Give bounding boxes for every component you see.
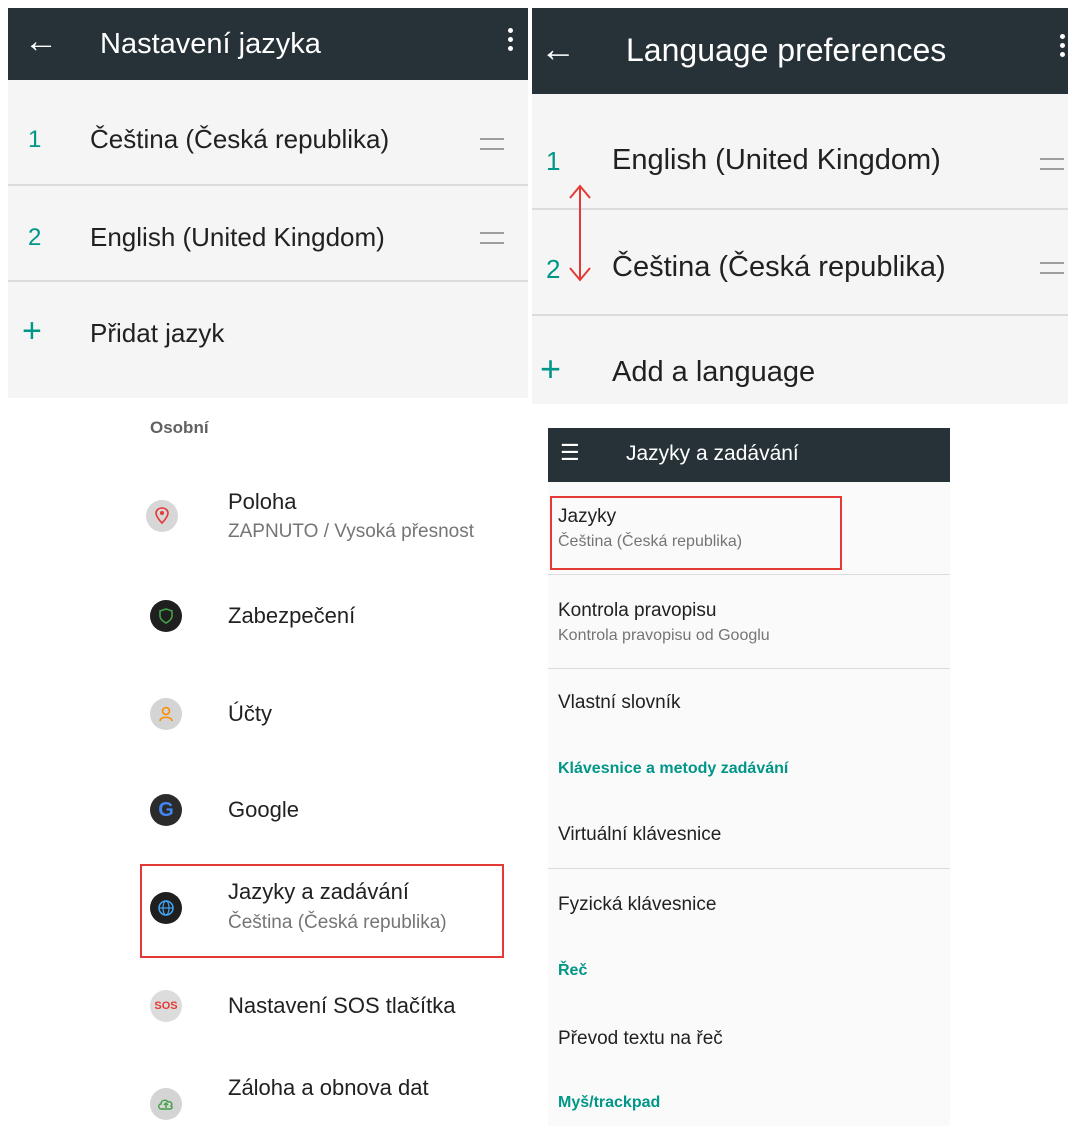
overflow-menu-icon[interactable] — [1060, 34, 1066, 61]
add-language-label: Add a language — [612, 356, 816, 388]
settings-item-label: Google — [228, 797, 299, 822]
item-label: Fyzická klávesnice — [558, 894, 717, 915]
highlight-box — [140, 864, 504, 958]
language-rank-number: 2 — [546, 254, 561, 284]
language-rank-number: 1 — [28, 126, 42, 153]
item-label: Vlastní slovník — [558, 692, 681, 713]
language-label: Čeština (Česká republika) — [90, 124, 390, 154]
settings-item-label: Poloha — [228, 489, 297, 514]
plus-icon: + — [540, 348, 562, 389]
drag-handle-icon[interactable] — [480, 138, 504, 150]
overflow-menu-icon[interactable] — [508, 28, 514, 55]
item-subtitle: Kontrola pravopisu od Googlu — [558, 627, 770, 644]
divider — [548, 574, 950, 575]
drag-handle-icon[interactable] — [1040, 158, 1064, 170]
item-label: Kontrola pravopisu — [558, 600, 717, 621]
cz-language-panel: ← Nastavení jazyka 1 Čeština (Česká repu… — [8, 8, 528, 398]
item-label: Převod textu na řeč — [558, 1028, 723, 1049]
back-arrow-icon[interactable]: ← — [24, 22, 58, 61]
language-rank-number: 1 — [546, 146, 561, 176]
divider — [532, 314, 1068, 316]
divider — [548, 868, 950, 869]
language-rank-number: 2 — [28, 224, 42, 251]
plus-icon: + — [22, 312, 42, 350]
location-icon — [146, 500, 178, 532]
item-label: Virtuální klávesnice — [558, 824, 722, 845]
section-header-keyboards: Klávesnice a metody zadávání — [558, 760, 789, 777]
lang-input-app-bar: ☰ Jazyky a zadávání — [548, 428, 950, 482]
drag-handle-icon[interactable] — [1040, 262, 1064, 274]
language-label: English (United Kingdom) — [90, 222, 385, 252]
highlight-box — [550, 496, 842, 570]
divider — [548, 668, 950, 669]
en-page-title: Language preferences — [626, 32, 947, 68]
divider — [532, 208, 1068, 210]
section-header-speech: Řeč — [558, 962, 588, 979]
en-app-bar: ← Language preferences — [532, 8, 1068, 94]
lang-input-panel: ☰ Jazyky a zadávání Jazyky Čeština (Česk… — [548, 428, 950, 1126]
language-label: Čeština (Česká republika) — [612, 251, 946, 283]
settings-item-label: Záloha a obnova dat — [228, 1075, 429, 1100]
settings-item-label: Zabezpečení — [228, 603, 356, 628]
accounts-icon — [150, 698, 182, 730]
cz-app-bar: ← Nastavení jazyka — [8, 8, 528, 80]
divider — [8, 184, 528, 186]
settings-item-label: Účty — [228, 701, 272, 726]
lang-input-title: Jazyky a zadávání — [626, 442, 799, 465]
settings-item-subtitle: ZAPNUTO / Vysoká přesnost — [228, 521, 475, 542]
security-shield-icon — [150, 600, 182, 632]
google-icon: G — [150, 794, 182, 826]
drag-handle-icon[interactable] — [480, 232, 504, 244]
language-label: English (United Kingdom) — [612, 144, 941, 176]
en-language-panel: ← Language preferences 1 English (United… — [532, 8, 1068, 404]
divider — [8, 280, 528, 282]
settings-item-label: Nastavení SOS tlačítka — [228, 993, 456, 1018]
add-language-label: Přidat jazyk — [90, 318, 225, 348]
sos-icon: SOS — [150, 990, 182, 1022]
back-arrow-icon[interactable]: ← — [540, 28, 576, 70]
cloud-upload-icon — [150, 1088, 182, 1120]
section-header-mouse: Myš/trackpad — [558, 1094, 661, 1111]
swap-arrow-icon — [569, 184, 591, 282]
cz-page-title: Nastavení jazyka — [100, 28, 321, 60]
section-header-personal: Osobní — [150, 418, 209, 437]
hamburger-menu-icon[interactable]: ☰ — [560, 440, 580, 466]
